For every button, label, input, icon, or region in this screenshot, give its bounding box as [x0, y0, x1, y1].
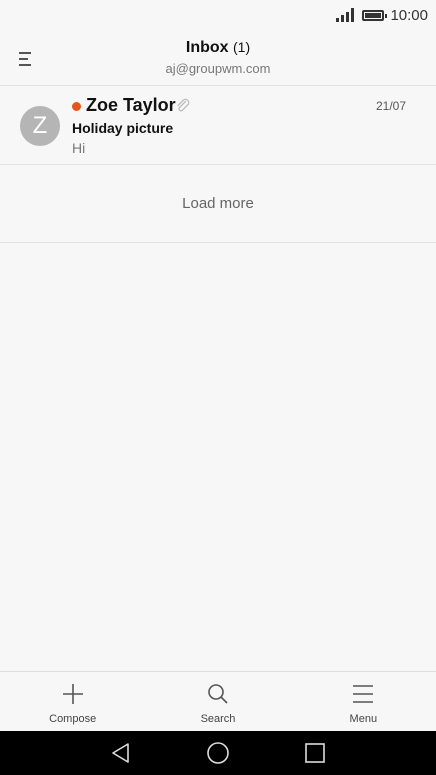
email-sender: Zoe Taylor [86, 95, 176, 115]
bottom-toolbar: Compose Search Menu [0, 671, 436, 731]
plus-icon [62, 684, 83, 704]
status-bar: 10:00 [0, 0, 436, 30]
menu-icon [353, 685, 374, 703]
status-time: 10:00 [390, 6, 428, 24]
home-icon[interactable] [206, 742, 230, 766]
avatar: Z [20, 106, 60, 146]
system-nav-bar [0, 731, 436, 775]
screen: 10:00 Inbox (1) aj@groupwm.com Z Zoe Tay… [0, 0, 436, 775]
page-title: Inbox (1) [0, 39, 436, 57]
recents-icon[interactable] [304, 742, 326, 764]
email-preview: Hi [72, 140, 86, 156]
search-button[interactable]: Search [145, 672, 290, 731]
unread-count: (1) [233, 39, 251, 55]
inbox-title: Inbox [185, 39, 229, 56]
compose-button[interactable]: Compose [0, 672, 145, 731]
search-icon [208, 684, 228, 704]
email-date: 21/07 [375, 99, 406, 113]
menu-button[interactable]: Menu [291, 672, 436, 731]
load-more-button[interactable]: Load more [0, 165, 436, 243]
attachment-icon [177, 98, 190, 112]
unread-dot-icon [72, 102, 81, 111]
app-header: Inbox (1) aj@groupwm.com [0, 30, 436, 86]
email-list-item[interactable]: Z Zoe Taylor 21/07 Holiday picture Hi [0, 87, 436, 165]
account-email: aj@groupwm.com [165, 61, 271, 76]
signal-icon [336, 8, 355, 22]
battery-icon [362, 9, 388, 21]
search-label: Search [200, 713, 236, 725]
back-icon[interactable] [110, 742, 132, 764]
email-subject: Holiday picture [72, 120, 174, 136]
menu-label: Menu [349, 713, 378, 725]
compose-label: Compose [49, 713, 97, 725]
